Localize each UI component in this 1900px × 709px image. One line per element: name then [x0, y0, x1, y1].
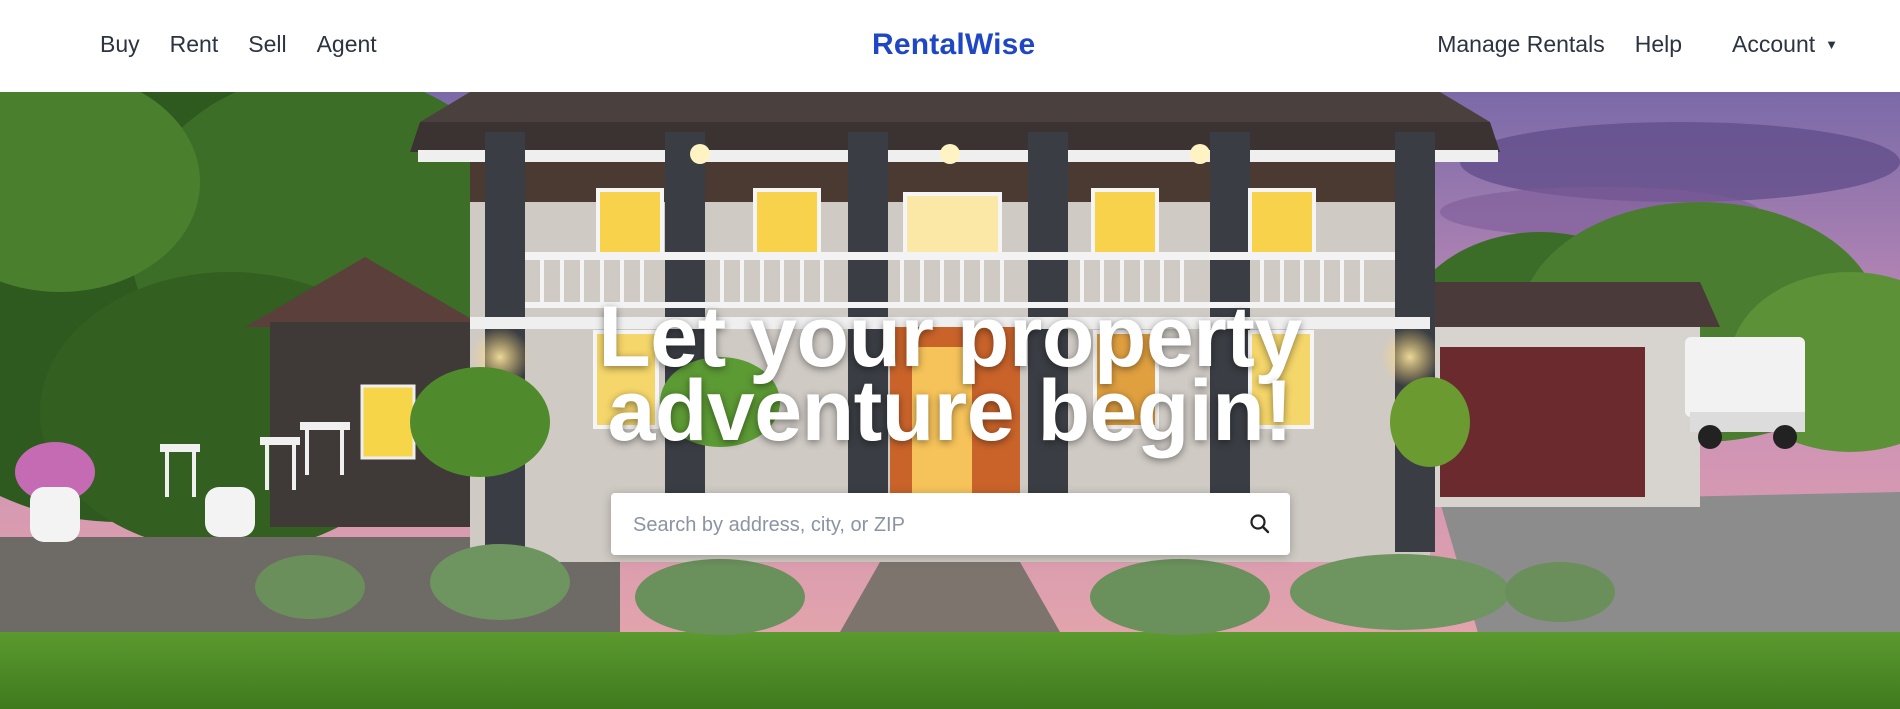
hero-headline-line-2: adventure begin! — [607, 363, 1293, 459]
hero-section: Let your property adventure begin! — [0, 92, 1900, 709]
nav-link-manage-rentals[interactable]: Manage Rentals — [1437, 31, 1605, 58]
brand-logo[interactable]: RentalWise — [872, 0, 1035, 90]
account-menu[interactable]: Account ▼ — [1732, 31, 1838, 58]
nav-link-help[interactable]: Help — [1635, 31, 1682, 58]
chevron-down-icon: ▼ — [1825, 36, 1838, 52]
account-label: Account — [1732, 30, 1816, 57]
search-bar — [611, 493, 1290, 557]
hero-headline: Let your property adventure begin! — [0, 294, 1900, 454]
nav-link-rent[interactable]: Rent — [170, 31, 219, 58]
top-navbar: Buy Rent Sell Agent RentalWise Manage Re… — [0, 0, 1900, 92]
search-input[interactable] — [631, 493, 1225, 557]
search-button[interactable] — [1240, 504, 1280, 544]
nav-link-sell[interactable]: Sell — [248, 31, 286, 58]
nav-link-agent[interactable]: Agent — [317, 31, 377, 58]
secondary-nav: Manage Rentals Help Account ▼ — [1407, 0, 1838, 88]
nav-link-buy[interactable]: Buy — [100, 31, 140, 58]
primary-nav: Buy Rent Sell Agent — [100, 0, 377, 88]
search-icon — [1250, 514, 1270, 534]
